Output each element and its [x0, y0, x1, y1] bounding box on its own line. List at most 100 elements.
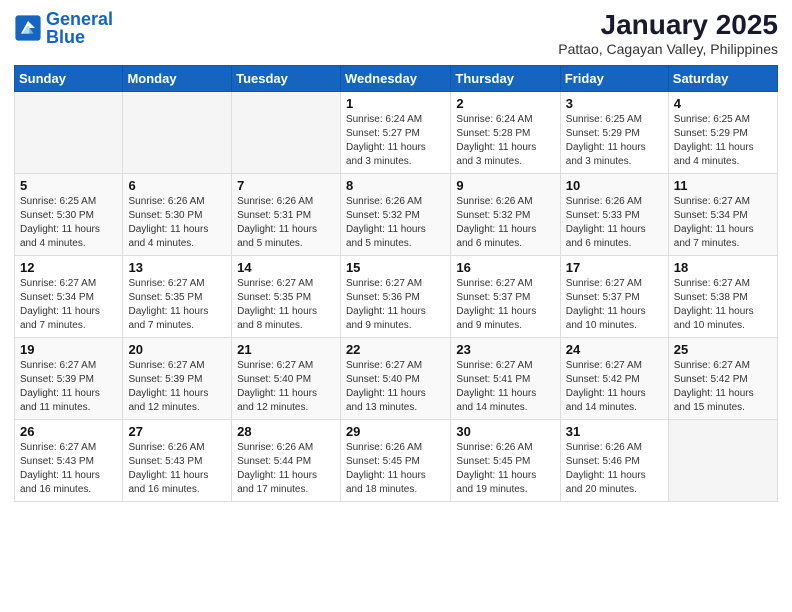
table-row: 31 Sunrise: 6:26 AMSunset: 5:46 PMDayligh…	[560, 419, 668, 501]
day-info: Sunrise: 6:27 AMSunset: 5:37 PMDaylight:…	[566, 277, 663, 333]
day-info: Sunrise: 6:25 AMSunset: 5:29 PMDaylight:…	[674, 113, 772, 169]
day-info: Sunrise: 6:27 AMSunset: 5:36 PMDaylight:…	[346, 277, 445, 333]
day-number: 17	[566, 260, 663, 275]
day-info: Sunrise: 6:26 AMSunset: 5:32 PMDaylight:…	[456, 195, 554, 251]
day-info: Sunrise: 6:27 AMSunset: 5:39 PMDaylight:…	[128, 359, 226, 415]
day-info: Sunrise: 6:27 AMSunset: 5:38 PMDaylight:…	[674, 277, 772, 333]
col-wednesday: Wednesday	[340, 65, 450, 91]
main-title: January 2025	[558, 10, 778, 41]
logo-text: General Blue	[46, 10, 113, 46]
table-row: 22Sunrise: 6:27 AMSunset: 5:40 PMDayligh…	[340, 337, 450, 419]
day-info: Sunrise: 6:27 AMSunset: 5:42 PMDaylight:…	[566, 359, 663, 415]
day-number: 7	[237, 178, 335, 193]
day-info: Sunrise: 6:25 AMSunset: 5:29 PMDaylight:…	[566, 113, 663, 169]
day-info: Sunrise: 6:26 AMSunset: 5:30 PMDaylight:…	[128, 195, 226, 251]
table-row: 29Sunrise: 6:26 AMSunset: 5:45 PMDayligh…	[340, 419, 450, 501]
col-tuesday: Tuesday	[232, 65, 341, 91]
table-row: 27 Sunrise: 6:26 AMSunset: 5:43 PMDayligh…	[123, 419, 232, 501]
day-number: 3	[566, 96, 663, 111]
page-container: General Blue January 2025 Pattao, Cagaya…	[0, 0, 792, 612]
table-row: 19Sunrise: 6:27 AMSunset: 5:39 PMDayligh…	[15, 337, 123, 419]
day-info: Sunrise: 6:26 AMSunset: 5:31 PMDaylight:…	[237, 195, 335, 251]
day-number: 30	[456, 424, 554, 439]
day-number: 18	[674, 260, 772, 275]
table-row: 14 Sunrise: 6:27 AMSunset: 5:35 PMDayligh…	[232, 255, 341, 337]
day-number: 12	[20, 260, 117, 275]
day-info: Sunrise: 6:27 AMSunset: 5:35 PMDaylight:…	[128, 277, 226, 333]
table-row: 26Sunrise: 6:27 AMSunset: 5:43 PMDayligh…	[15, 419, 123, 501]
day-info: Sunrise: 6:26 AMSunset: 5:45 PMDaylight:…	[456, 441, 554, 497]
table-row	[123, 91, 232, 173]
day-number: 20	[128, 342, 226, 357]
subtitle: Pattao, Cagayan Valley, Philippines	[558, 41, 778, 57]
table-row: 3 Sunrise: 6:25 AMSunset: 5:29 PMDaylight…	[560, 91, 668, 173]
table-row: 5 Sunrise: 6:25 AMSunset: 5:30 PMDaylight…	[15, 173, 123, 255]
day-number: 8	[346, 178, 445, 193]
day-number: 27	[128, 424, 226, 439]
day-number: 31	[566, 424, 663, 439]
calendar-week-row: 26Sunrise: 6:27 AMSunset: 5:43 PMDayligh…	[15, 419, 778, 501]
table-row: 23Sunrise: 6:27 AMSunset: 5:41 PMDayligh…	[451, 337, 560, 419]
logo-icon	[14, 14, 42, 42]
day-info: Sunrise: 6:27 AMSunset: 5:34 PMDaylight:…	[20, 277, 117, 333]
day-number: 6	[128, 178, 226, 193]
table-row: 1Sunrise: 6:24 AMSunset: 5:27 PMDaylight…	[340, 91, 450, 173]
table-row	[668, 419, 777, 501]
page-header: General Blue January 2025 Pattao, Cagaya…	[14, 10, 778, 57]
table-row: 8Sunrise: 6:26 AMSunset: 5:32 PMDaylight…	[340, 173, 450, 255]
day-info: Sunrise: 6:27 AMSunset: 5:42 PMDaylight:…	[674, 359, 772, 415]
col-thursday: Thursday	[451, 65, 560, 91]
logo-text-blue: Blue	[46, 28, 113, 46]
day-number: 25	[674, 342, 772, 357]
table-row: 24Sunrise: 6:27 AMSunset: 5:42 PMDayligh…	[560, 337, 668, 419]
table-row: 12 Sunrise: 6:27 AMSunset: 5:34 PMDayligh…	[15, 255, 123, 337]
table-row: 6 Sunrise: 6:26 AMSunset: 5:30 PMDaylight…	[123, 173, 232, 255]
col-friday: Friday	[560, 65, 668, 91]
day-number: 14	[237, 260, 335, 275]
day-number: 29	[346, 424, 445, 439]
calendar-week-row: 19Sunrise: 6:27 AMSunset: 5:39 PMDayligh…	[15, 337, 778, 419]
day-number: 11	[674, 178, 772, 193]
table-row: 4 Sunrise: 6:25 AMSunset: 5:29 PMDaylight…	[668, 91, 777, 173]
day-info: Sunrise: 6:24 AMSunset: 5:28 PMDaylight:…	[456, 113, 554, 169]
day-info: Sunrise: 6:26 AMSunset: 5:44 PMDaylight:…	[237, 441, 335, 497]
calendar-week-row: 12 Sunrise: 6:27 AMSunset: 5:34 PMDayligh…	[15, 255, 778, 337]
day-number: 23	[456, 342, 554, 357]
day-info: Sunrise: 6:27 AMSunset: 5:37 PMDaylight:…	[456, 277, 554, 333]
title-block: January 2025 Pattao, Cagayan Valley, Phi…	[558, 10, 778, 57]
table-row: 18 Sunrise: 6:27 AMSunset: 5:38 PMDayligh…	[668, 255, 777, 337]
day-info: Sunrise: 6:27 AMSunset: 5:39 PMDaylight:…	[20, 359, 117, 415]
day-number: 9	[456, 178, 554, 193]
table-row: 20 Sunrise: 6:27 AMSunset: 5:39 PMDayligh…	[123, 337, 232, 419]
table-row	[232, 91, 341, 173]
day-info: Sunrise: 6:26 AMSunset: 5:46 PMDaylight:…	[566, 441, 663, 497]
day-number: 21	[237, 342, 335, 357]
calendar-week-row: 1Sunrise: 6:24 AMSunset: 5:27 PMDaylight…	[15, 91, 778, 173]
day-info: Sunrise: 6:27 AMSunset: 5:34 PMDaylight:…	[674, 195, 772, 251]
table-row: 10Sunrise: 6:26 AMSunset: 5:33 PMDayligh…	[560, 173, 668, 255]
logo: General Blue	[14, 10, 113, 46]
calendar-body: 1Sunrise: 6:24 AMSunset: 5:27 PMDaylight…	[15, 91, 778, 501]
day-number: 26	[20, 424, 117, 439]
day-number: 15	[346, 260, 445, 275]
calendar-table: Sunday Monday Tuesday Wednesday Thursday…	[14, 65, 778, 502]
col-saturday: Saturday	[668, 65, 777, 91]
table-row: 17 Sunrise: 6:27 AMSunset: 5:37 PMDayligh…	[560, 255, 668, 337]
day-number: 4	[674, 96, 772, 111]
table-row: 11 Sunrise: 6:27 AMSunset: 5:34 PMDayligh…	[668, 173, 777, 255]
table-row: 30 Sunrise: 6:26 AMSunset: 5:45 PMDayligh…	[451, 419, 560, 501]
calendar-week-row: 5 Sunrise: 6:25 AMSunset: 5:30 PMDaylight…	[15, 173, 778, 255]
col-sunday: Sunday	[15, 65, 123, 91]
day-info: Sunrise: 6:27 AMSunset: 5:35 PMDaylight:…	[237, 277, 335, 333]
day-number: 28	[237, 424, 335, 439]
table-row	[15, 91, 123, 173]
day-number: 2	[456, 96, 554, 111]
day-info: Sunrise: 6:25 AMSunset: 5:30 PMDaylight:…	[20, 195, 117, 251]
table-row: 21 Sunrise: 6:27 AMSunset: 5:40 PMDayligh…	[232, 337, 341, 419]
table-row: 7 Sunrise: 6:26 AMSunset: 5:31 PMDaylight…	[232, 173, 341, 255]
day-info: Sunrise: 6:26 AMSunset: 5:43 PMDaylight:…	[128, 441, 226, 497]
table-row: 25 Sunrise: 6:27 AMSunset: 5:42 PMDayligh…	[668, 337, 777, 419]
day-info: Sunrise: 6:27 AMSunset: 5:40 PMDaylight:…	[237, 359, 335, 415]
day-number: 5	[20, 178, 117, 193]
table-row: 16Sunrise: 6:27 AMSunset: 5:37 PMDayligh…	[451, 255, 560, 337]
